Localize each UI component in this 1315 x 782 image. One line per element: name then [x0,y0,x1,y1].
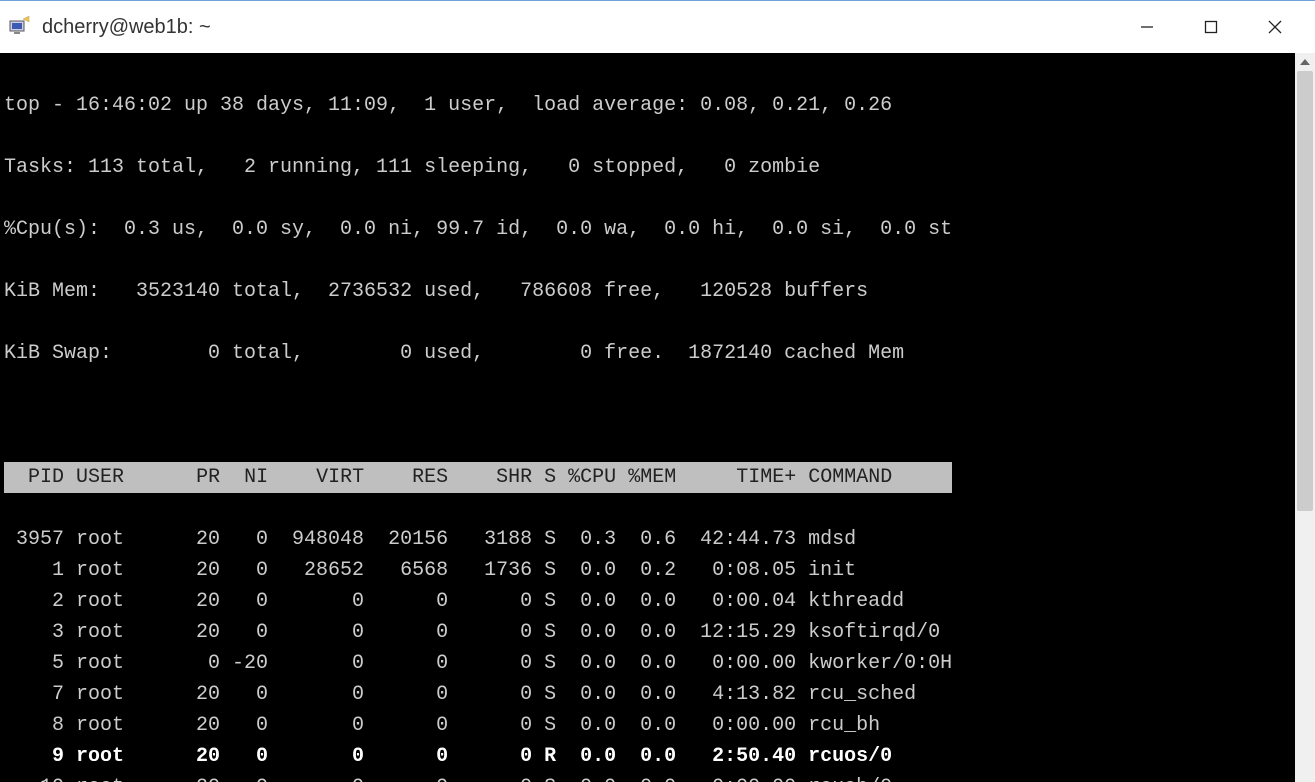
minimize-button[interactable] [1115,5,1179,49]
scrollbar-up-arrow[interactable] [1295,53,1315,71]
column-header-row: PID USER PR NI VIRT RES SHR S %CPU %MEM … [4,462,1291,493]
col-time: TIME+ [676,466,796,489]
col-user: USER [76,466,184,489]
summary-line-4: KiB Mem: 3523140 total, 2736532 used, 78… [4,276,1291,307]
table-row: 5 root 0 -20 0 0 0 S 0.0 0.0 0:00.00 kwo… [4,648,1291,679]
terminal[interactable]: top - 16:46:02 up 38 days, 11:09, 1 user… [0,53,1295,782]
table-row: 2 root 20 0 0 0 0 S 0.0 0.0 0:00.04 kthr… [4,586,1291,617]
summary-line-2: Tasks: 113 total, 2 running, 111 sleepin… [4,152,1291,183]
col-s: S [544,466,556,489]
table-row: 3 root 20 0 0 0 0 S 0.0 0.0 12:15.29 kso… [4,617,1291,648]
summary-line-1: top - 16:46:02 up 38 days, 11:09, 1 user… [4,90,1291,121]
col-mem: %MEM [616,466,676,489]
col-cmd: COMMAND [796,466,952,489]
window-controls [1115,5,1307,49]
close-button[interactable] [1243,5,1307,49]
window-title: dcherry@web1b: ~ [42,16,1115,39]
col-virt: VIRT [268,466,364,489]
table-row: 10 root 20 0 0 0 0 S 0.0 0.0 0:00.00 rcu… [4,772,1291,782]
col-ni: NI [220,466,268,489]
table-row: 1 root 20 0 28652 6568 1736 S 0.0 0.2 0:… [4,555,1291,586]
table-row: 3957 root 20 0 948048 20156 3188 S 0.3 0… [4,524,1291,555]
summary-line-3: %Cpu(s): 0.3 us, 0.0 sy, 0.0 ni, 99.7 id… [4,214,1291,245]
table-row: 9 root 20 0 0 0 0 R 0.0 0.0 2:50.40 rcuo… [4,741,1291,772]
table-row: 7 root 20 0 0 0 0 S 0.0 0.0 4:13.82 rcu_… [4,679,1291,710]
col-pr: PR [184,466,220,489]
process-list: 3957 root 20 0 948048 20156 3188 S 0.3 0… [4,524,1291,782]
putty-icon [8,15,32,39]
summary-line-5: KiB Swap: 0 total, 0 used, 0 free. 18721… [4,338,1291,369]
scrollbar[interactable] [1295,53,1315,782]
scrollbar-thumb[interactable] [1297,71,1313,511]
col-pid: PID [4,466,64,489]
titlebar: dcherry@web1b: ~ [0,1,1315,53]
col-shr: SHR [448,466,532,489]
maximize-button[interactable] [1179,5,1243,49]
col-res: RES [364,466,448,489]
table-row: 8 root 20 0 0 0 0 S 0.0 0.0 0:00.00 rcu_… [4,710,1291,741]
col-cpu: %CPU [556,466,616,489]
blank-line [4,400,1291,431]
